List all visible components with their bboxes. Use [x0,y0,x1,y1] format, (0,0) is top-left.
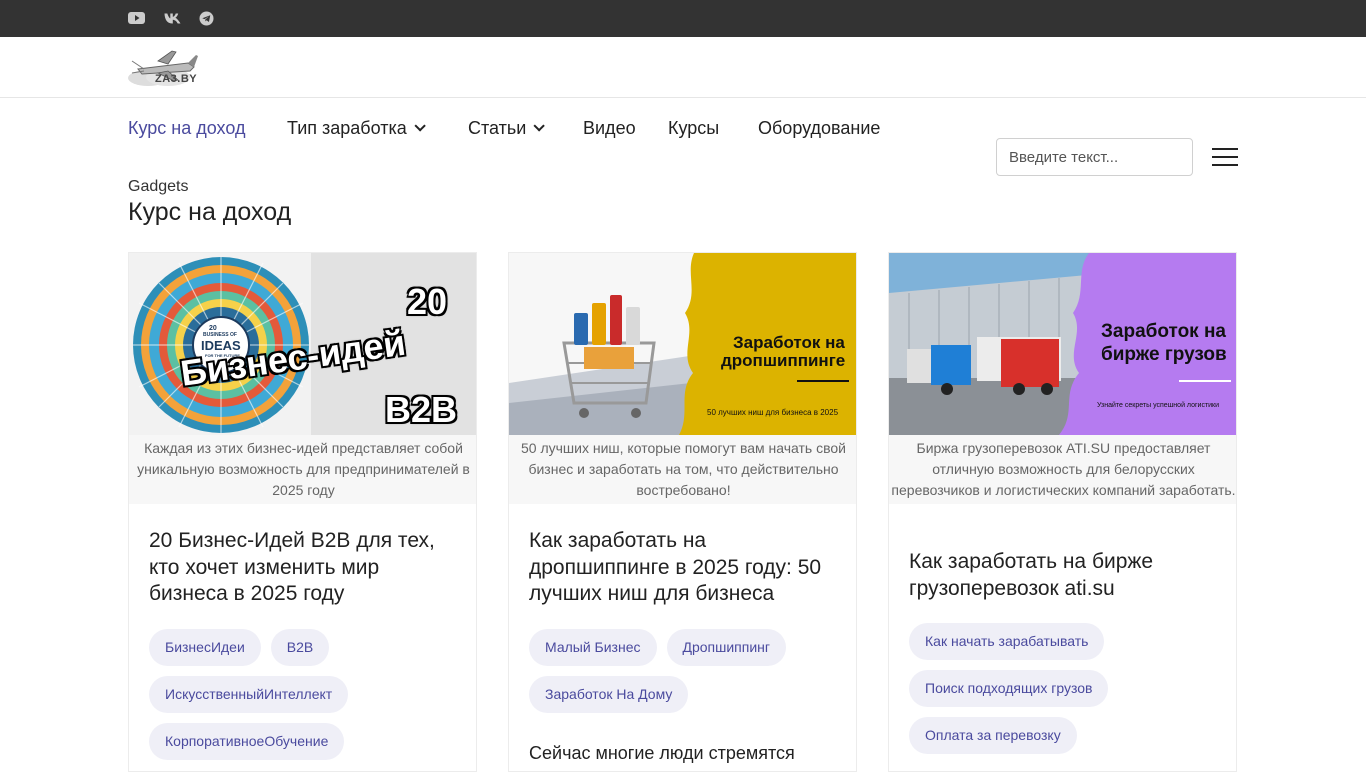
card-excerpt: Сейчас многие люди стремятся [529,743,795,763]
tag-chip[interactable]: Малый Бизнес [529,629,657,666]
top-bar [0,0,1366,37]
nav-item-tip-zarabotka[interactable]: Тип заработка [287,116,426,140]
telegram-icon[interactable] [197,10,215,26]
tag-chip[interactable]: ИскусственныйИнтеллект [149,676,349,713]
nav-item-video[interactable]: Видео [583,116,636,140]
tag-chip[interactable]: Заработок На Дому [529,676,689,713]
breadcrumb: Gadgets [128,178,189,195]
vk-icon[interactable] [163,10,181,26]
hamburger-menu-icon[interactable] [1212,148,1238,166]
tag-list: Малый Бизнес Дропшиппинг Заработок На До… [529,629,849,723]
tag-chip[interactable]: КорпоративноеОбучение [149,723,345,760]
chevron-down-icon [414,120,426,132]
nav-item-stati[interactable]: Статьи [468,116,546,140]
card-title[interactable]: Как заработать на дропшиппинге в 2025 го… [529,528,839,608]
nav-item-oborudovanie[interactable]: Оборудование [758,116,880,140]
logo-text: ZA3.BY [155,73,198,85]
card-caption: Биржа грузоперевозок ATI.SU предоставляе… [889,435,1236,504]
card-image-dropshipping[interactable]: Заработок на дропшиппинге 50 лучших ниш … [509,253,856,435]
tag-list: БизнесИдеи B2B ИскусственныйИнтеллект Ко… [149,629,469,770]
card-image-b2b-ideas[interactable]: 20 BUSINESS OF IDEAS FOR THE FUTURE 20 Б… [129,253,476,435]
tag-chip[interactable]: Оплата за перевозку [909,717,1077,754]
article-card-b2b: 20 BUSINESS OF IDEAS FOR THE FUTURE 20 Б… [128,252,477,772]
card-caption: Каждая из этих бизнес-идей представляет … [129,435,476,504]
card-title[interactable]: Как заработать на бирже грузоперевозок a… [909,549,1219,602]
chevron-down-icon [533,120,546,132]
card-caption: 50 лучших ниш, которые помогут вам начат… [509,435,856,504]
tag-chip[interactable]: Дропшиппинг [666,629,787,666]
page-title: Курс на доход [128,198,292,226]
nav-item-kurs-na-dohod[interactable]: Курс на доход [128,116,245,140]
tag-chip[interactable]: B2B [270,629,330,666]
tag-list: Как начать зарабатывать Поиск подходящих… [909,623,1229,764]
card-image-cargo-exchange[interactable]: Заработок на бирже грузов Узнайте секрет… [889,253,1236,435]
search-input[interactable] [996,138,1193,176]
youtube-icon[interactable] [127,10,145,26]
tag-chip[interactable]: Поиск подходящих грузов [909,670,1109,707]
logo-row: ZA3.BY [0,37,1366,98]
nav-item-kursy[interactable]: Курсы [668,116,719,140]
tag-chip[interactable]: БизнесИдеи [149,629,261,666]
article-card-ati: Заработок на бирже грузов Узнайте секрет… [888,252,1237,772]
article-card-dropshipping: Заработок на дропшиппинге 50 лучших ниш … [508,252,857,772]
card-title[interactable]: 20 Бизнес-Идей B2B для тех, кто хочет из… [149,528,459,608]
tag-chip[interactable]: Как начать зарабатывать [909,623,1105,660]
